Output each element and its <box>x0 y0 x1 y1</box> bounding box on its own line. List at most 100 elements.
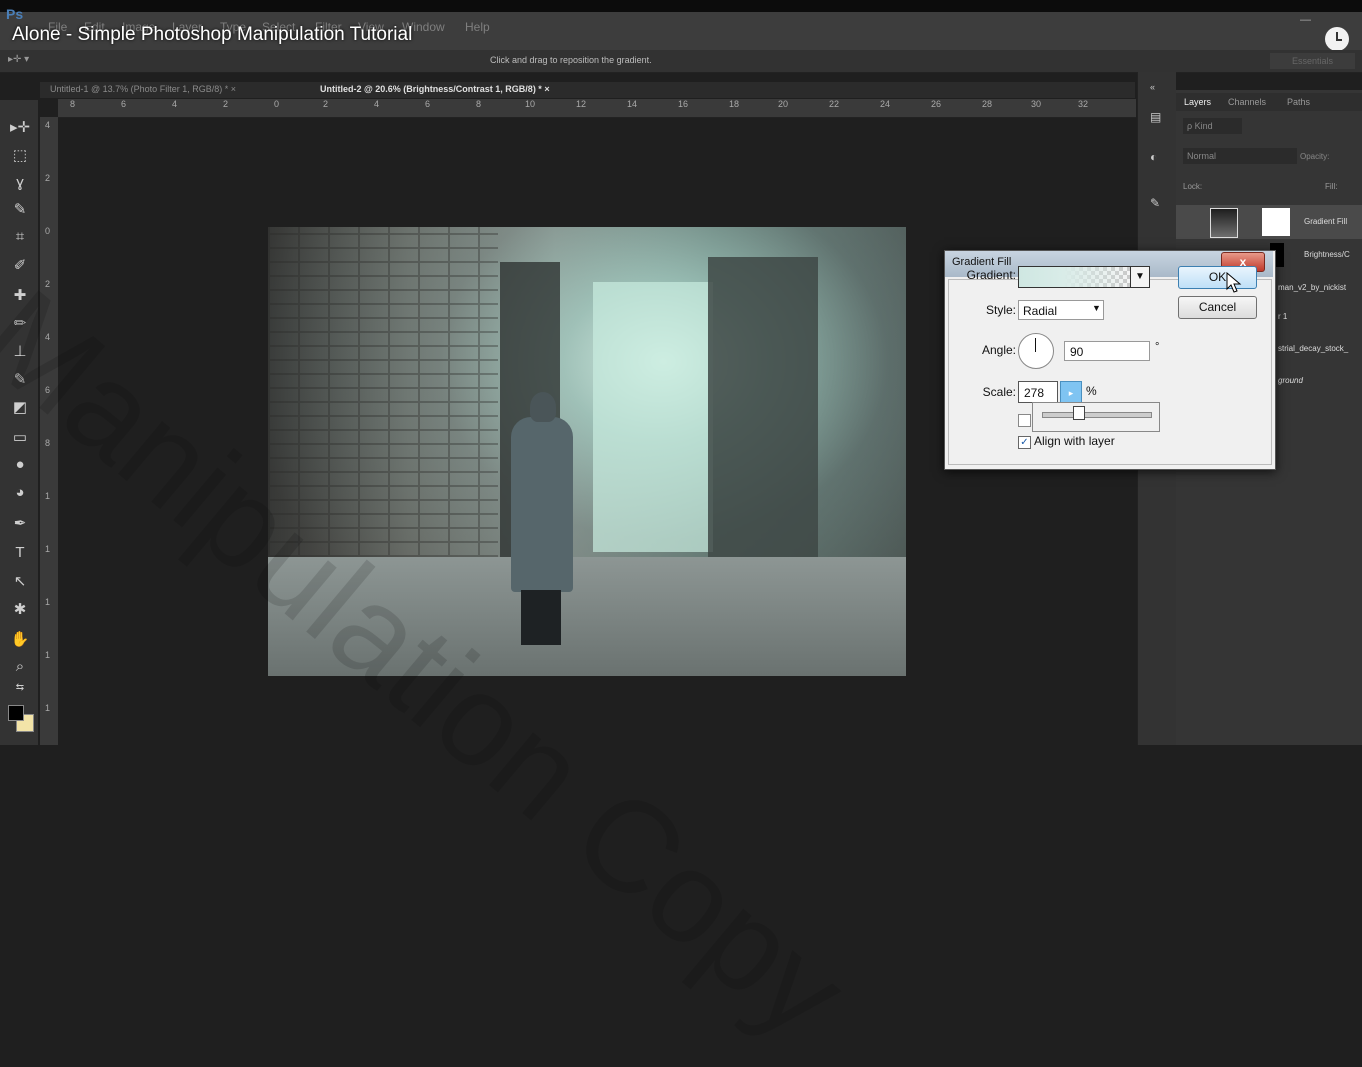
degree-unit: ° <box>1155 341 1160 353</box>
layer-name[interactable]: strial_decay_stock_ <box>1278 344 1348 353</box>
photoshop-logo: Ps <box>6 6 24 22</box>
ruler-tick: 10 <box>525 99 536 109</box>
ruler-tick: 2 <box>323 99 329 109</box>
opacity-label: Opacity: <box>1300 152 1330 161</box>
scale-input[interactable]: 278 <box>1018 381 1058 403</box>
angle-label: Angle: <box>981 343 1016 357</box>
scale-label: Scale: <box>982 385 1016 399</box>
ruler-tick: 0 <box>45 226 51 236</box>
swap-colors-icon[interactable]: ⇆ <box>9 682 31 693</box>
tab-untitled-1[interactable]: Untitled-1 @ 13.7% (Photo Filter 1, RGB/… <box>50 84 236 94</box>
lasso-tool-icon[interactable]: ɣ <box>9 174 31 191</box>
move-tool-preset-icon[interactable]: ▸✛ ▾ <box>8 54 29 65</box>
options-bar <box>0 50 1362 73</box>
quick-select-tool-icon[interactable]: ✎ <box>9 200 31 218</box>
marquee-tool-icon[interactable]: ⬚ <box>9 146 31 164</box>
ok-button[interactable]: OK <box>1178 266 1257 289</box>
crop-tool-icon[interactable]: ⌗ <box>9 228 31 245</box>
type-tool-icon[interactable]: T <box>9 544 31 561</box>
ruler-tick: 32 <box>1078 99 1089 109</box>
bright-doorway <box>593 282 713 552</box>
horizontal-ruler[interactable]: 8 6 4 2 0 2 4 6 8 10 12 14 16 18 20 22 2… <box>58 99 1136 118</box>
angle-input[interactable]: 90 <box>1064 341 1150 361</box>
menu-help[interactable]: Help <box>465 20 490 34</box>
tab-paths[interactable]: Paths <box>1287 97 1310 107</box>
ruler-tick: 1 <box>45 597 51 607</box>
man-coat <box>511 417 573 592</box>
right-door <box>708 257 818 567</box>
ruler-tick: 8 <box>70 99 76 109</box>
align-with-layer-label[interactable]: Align with layer <box>1034 434 1115 448</box>
ruler-tick: 4 <box>45 120 51 130</box>
angle-dial[interactable] <box>1018 333 1054 369</box>
layer-name[interactable]: ground <box>1278 376 1303 385</box>
blur-tool-icon[interactable]: ● <box>9 456 31 473</box>
ruler-tick: 4 <box>172 99 178 109</box>
gradient-layer-thumbnail[interactable] <box>1210 208 1238 238</box>
ruler-tick: 2 <box>45 173 51 183</box>
chevron-down-icon[interactable]: ▼ <box>1092 303 1101 313</box>
ruler-tick: 16 <box>678 99 689 109</box>
ruler-tick: 12 <box>576 99 587 109</box>
ruler-tick: 4 <box>374 99 380 109</box>
options-hint: Click and drag to reposition the gradien… <box>490 55 652 65</box>
watch-later-clock-icon[interactable] <box>1325 27 1349 51</box>
ruler-tick: 24 <box>880 99 891 109</box>
gradient-dropdown-icon[interactable]: ▼ <box>1130 266 1150 288</box>
history-panel-icon[interactable]: ▤ <box>1150 110 1161 124</box>
hand-tool-icon[interactable]: ✋ <box>9 630 31 648</box>
style-label: Style: <box>985 303 1016 317</box>
collapse-panels-icon[interactable]: « <box>1150 82 1155 92</box>
dialog-title: Gradient Fill <box>952 256 1012 268</box>
foreground-color-swatch[interactable] <box>8 705 24 721</box>
move-tool-icon[interactable]: ▸✛ <box>9 118 31 136</box>
pen-tool-icon[interactable]: ✒ <box>9 514 31 532</box>
minimize-icon[interactable]: — <box>1300 14 1311 26</box>
adjustments-panel-icon[interactable]: ◐ <box>1150 150 1157 164</box>
path-select-icon[interactable]: ↖ <box>9 572 31 590</box>
ruler-tick: 1 <box>45 650 51 660</box>
reverse-checkbox[interactable] <box>1018 414 1031 427</box>
ruler-tick: 6 <box>121 99 127 109</box>
eyedropper-tool-icon[interactable]: ✐ <box>9 256 31 274</box>
gradient-preview-swatch[interactable] <box>1018 266 1132 288</box>
layer-name[interactable]: Brightness/C <box>1304 250 1350 259</box>
layer-name[interactable]: man_v2_by_nickist <box>1278 283 1346 292</box>
ruler-tick: 20 <box>778 99 789 109</box>
ruler-tick: 18 <box>729 99 740 109</box>
ruler-tick: 2 <box>223 99 229 109</box>
man-head <box>530 392 556 422</box>
shape-tool-icon[interactable]: ✱ <box>9 600 31 618</box>
dodge-tool-icon[interactable]: ◕ <box>9 484 31 501</box>
tab-untitled-2[interactable]: Untitled-2 @ 20.6% (Brightness/Contrast … <box>320 84 550 94</box>
layer-mask-thumbnail[interactable] <box>1262 208 1290 236</box>
fill-label: Fill: <box>1325 182 1338 191</box>
ruler-tick: 1 <box>45 703 51 713</box>
scale-slider-track[interactable] <box>1042 412 1152 418</box>
align-with-layer-checkbox[interactable]: ✓ <box>1018 436 1031 449</box>
mouse-cursor-icon <box>1226 272 1242 293</box>
layer-name[interactable]: Gradient Fill <box>1304 217 1347 226</box>
lock-label: Lock: <box>1183 182 1203 191</box>
cancel-button[interactable]: Cancel <box>1178 296 1257 319</box>
tab-layers[interactable]: Layers <box>1184 97 1211 107</box>
layer-name[interactable]: r 1 <box>1278 312 1287 321</box>
ruler-tick: 1 <box>45 544 51 554</box>
zoom-tool-icon[interactable]: ⌕ <box>9 658 31 675</box>
ruler-tick: 28 <box>982 99 993 109</box>
scale-slider-thumb[interactable] <box>1073 406 1086 420</box>
tool-presets-icon[interactable]: ✎ <box>1150 196 1160 210</box>
ruler-tick: 30 <box>1031 99 1042 109</box>
ruler-tick: 8 <box>476 99 482 109</box>
man-figure <box>503 392 583 647</box>
gradient-label: Gradient: <box>966 268 1016 282</box>
blend-mode-select[interactable]: Normal <box>1183 148 1297 164</box>
ruler-tick: 6 <box>425 99 431 109</box>
ruler-tick: 22 <box>829 99 840 109</box>
layer-kind-filter[interactable]: ρ Kind <box>1183 118 1242 134</box>
tab-channels[interactable]: Channels <box>1228 97 1266 107</box>
man-legs <box>521 590 561 645</box>
video-title: Alone - Simple Photoshop Manipulation Tu… <box>12 24 413 45</box>
workspace-switcher[interactable]: Essentials <box>1270 53 1355 69</box>
ruler-tick: 14 <box>627 99 638 109</box>
